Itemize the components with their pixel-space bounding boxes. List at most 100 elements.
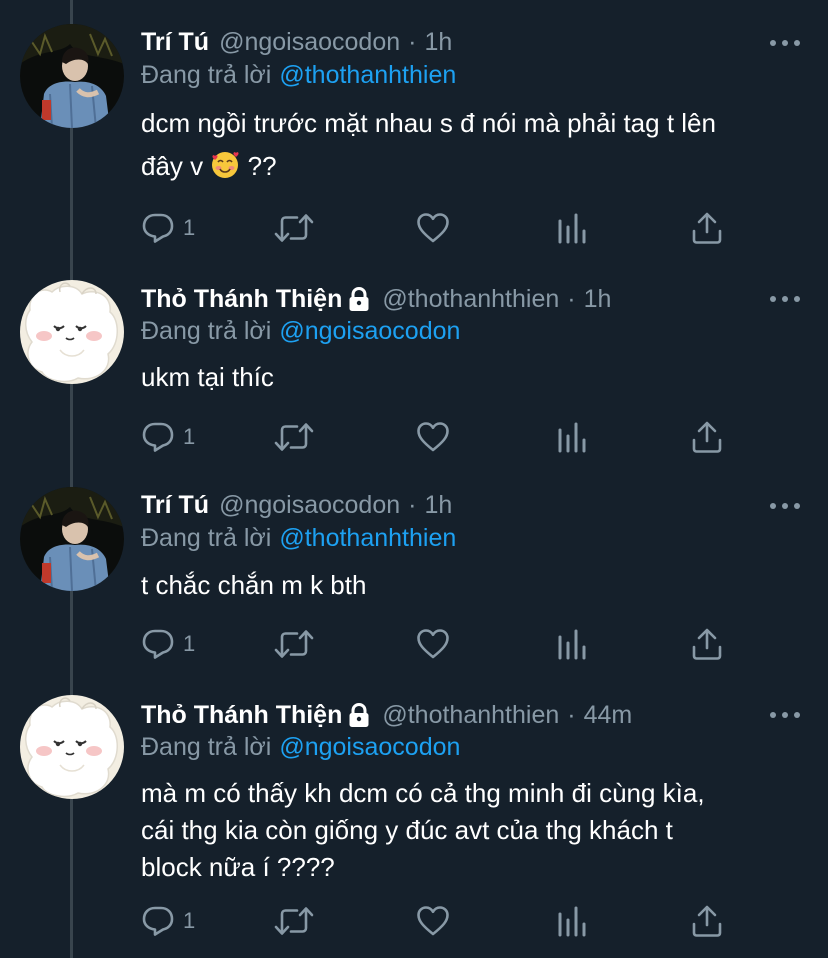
reply-count: 1 — [183, 631, 196, 656]
analytics-icon — [555, 904, 589, 938]
like-icon — [416, 420, 450, 454]
like-button[interactable] — [416, 904, 450, 938]
display-name[interactable]: Trí Tú — [141, 491, 209, 520]
reply-mention-link[interactable]: @ngoisaocodon — [279, 733, 460, 761]
replying-to: Đang trả lời @ngoisaocodon — [141, 317, 460, 346]
tweet-actions: 1 — [141, 211, 741, 245]
user-handle[interactable]: @ngoisaocodon — [219, 28, 400, 57]
reply-count: 1 — [183, 424, 196, 449]
tweet-actions: 1 — [141, 904, 741, 938]
tweet-1[interactable]: Trí Tú @ngoisaocodon · 1h Đang trả lời @t… — [0, 0, 828, 260]
share-icon — [690, 420, 724, 454]
tweet-text-line: cái thg kia còn giống y đúc avt của thg … — [141, 815, 673, 845]
tweet-text-line: dcm ngồi trước mặt nhau s đ nói mà phải … — [141, 108, 716, 138]
reply-icon — [141, 904, 175, 938]
share-button[interactable] — [690, 420, 724, 454]
more-icon[interactable] — [770, 499, 800, 513]
reply-count: 1 — [183, 908, 196, 933]
replying-to: Đang trả lời @ngoisaocodon — [141, 733, 460, 762]
tweet-3[interactable]: Trí Tú @ngoisaocodon · 1h Đang trả lời @t… — [0, 468, 828, 676]
retweet-button[interactable] — [274, 211, 314, 245]
avatar[interactable] — [20, 487, 124, 591]
retweet-button[interactable] — [274, 420, 314, 454]
share-button[interactable] — [690, 211, 724, 245]
avatar[interactable] — [20, 24, 124, 128]
like-button[interactable] — [416, 211, 450, 245]
lock-icon — [346, 286, 372, 312]
tweet-text: ukm tại thíc — [141, 356, 801, 399]
share-icon — [690, 627, 724, 661]
tweet-header: Thỏ Thánh Thiện @thothanhthien · 1h — [141, 282, 611, 316]
avatar[interactable] — [20, 695, 124, 799]
reply-mention-link[interactable]: @thothanhthien — [279, 61, 456, 89]
share-button[interactable] — [690, 904, 724, 938]
share-icon — [690, 904, 724, 938]
avatar[interactable] — [20, 280, 124, 384]
share-button[interactable] — [690, 627, 724, 661]
display-name[interactable]: Thỏ Thánh Thiện — [141, 701, 342, 730]
tweet-4[interactable]: Thỏ Thánh Thiện @thothanhthien · 44m Đan… — [0, 676, 828, 958]
like-button[interactable] — [416, 420, 450, 454]
separator-dot: · — [408, 490, 417, 519]
tweet-text: t chắc chắn m k bth — [141, 564, 801, 607]
analytics-button[interactable] — [555, 420, 589, 454]
tweet-text-line: t chắc chắn m k bth — [141, 570, 367, 600]
separator-dot: · — [408, 27, 417, 56]
share-icon — [690, 211, 724, 245]
timestamp[interactable]: 44m — [584, 701, 633, 730]
retweet-button[interactable] — [274, 904, 314, 938]
user-handle[interactable]: @thothanhthien — [382, 701, 559, 730]
more-icon[interactable] — [770, 36, 800, 50]
tweet-header: Thỏ Thánh Thiện @thothanhthien · 44m — [141, 698, 632, 732]
reply-button[interactable]: 1 — [141, 627, 195, 661]
lock-icon — [346, 702, 372, 728]
tweet-text: dcm ngồi trước mặt nhau s đ nói mà phải … — [141, 102, 801, 188]
tweet-text-line: đây v ?? — [141, 145, 801, 188]
like-icon — [416, 627, 450, 661]
reply-count: 1 — [183, 215, 196, 240]
timestamp[interactable]: 1h — [424, 28, 452, 57]
retweet-icon — [274, 420, 314, 454]
reply-button[interactable]: 1 — [141, 904, 195, 938]
like-icon — [416, 211, 450, 245]
analytics-button[interactable] — [555, 627, 589, 661]
more-icon[interactable] — [770, 708, 800, 722]
user-handle[interactable]: @ngoisaocodon — [219, 491, 400, 520]
like-button[interactable] — [416, 627, 450, 661]
timestamp[interactable]: 1h — [424, 491, 452, 520]
tweet-header: Trí Tú @ngoisaocodon · 1h — [141, 488, 452, 522]
like-icon — [416, 904, 450, 938]
tweet-2[interactable]: Thỏ Thánh Thiện @thothanhthien · 1h Đang… — [0, 260, 828, 468]
reply-icon — [141, 211, 175, 245]
tweet-text-line: mà m có thấy kh dcm có cả thg minh đi cù… — [141, 778, 705, 808]
reply-button[interactable]: 1 — [141, 211, 195, 245]
analytics-button[interactable] — [555, 904, 589, 938]
separator-dot: · — [567, 700, 576, 729]
reply-icon — [141, 420, 175, 454]
separator-dot: · — [567, 284, 576, 313]
display-name[interactable]: Thỏ Thánh Thiện — [141, 285, 342, 314]
tweet-text-line: ukm tại thíc — [141, 362, 274, 392]
display-name[interactable]: Trí Tú — [141, 28, 209, 57]
retweet-button[interactable] — [274, 627, 314, 661]
retweet-icon — [274, 211, 314, 245]
analytics-button[interactable] — [555, 211, 589, 245]
smiling-face-with-hearts-icon — [212, 152, 239, 178]
reply-button[interactable]: 1 — [141, 420, 195, 454]
tweet-actions: 1 — [141, 420, 741, 454]
tweet-actions: 1 — [141, 627, 741, 661]
tweet-text-line: block nữa í ???? — [141, 852, 335, 882]
tweet-text-fragment: đây v — [141, 151, 204, 181]
reply-icon — [141, 627, 175, 661]
retweet-icon — [274, 627, 314, 661]
replying-to: Đang trả lời @thothanhthien — [141, 524, 456, 553]
reply-prefix: Đang trả lời — [141, 61, 272, 89]
reply-mention-link[interactable]: @ngoisaocodon — [279, 317, 460, 345]
tweet-text-fragment: ?? — [247, 151, 277, 181]
tweet-header: Trí Tú @ngoisaocodon · 1h — [141, 25, 452, 59]
more-icon[interactable] — [770, 292, 800, 306]
user-handle[interactable]: @thothanhthien — [382, 285, 559, 314]
reply-mention-link[interactable]: @thothanhthien — [279, 524, 456, 552]
timestamp[interactable]: 1h — [584, 285, 612, 314]
analytics-icon — [555, 420, 589, 454]
